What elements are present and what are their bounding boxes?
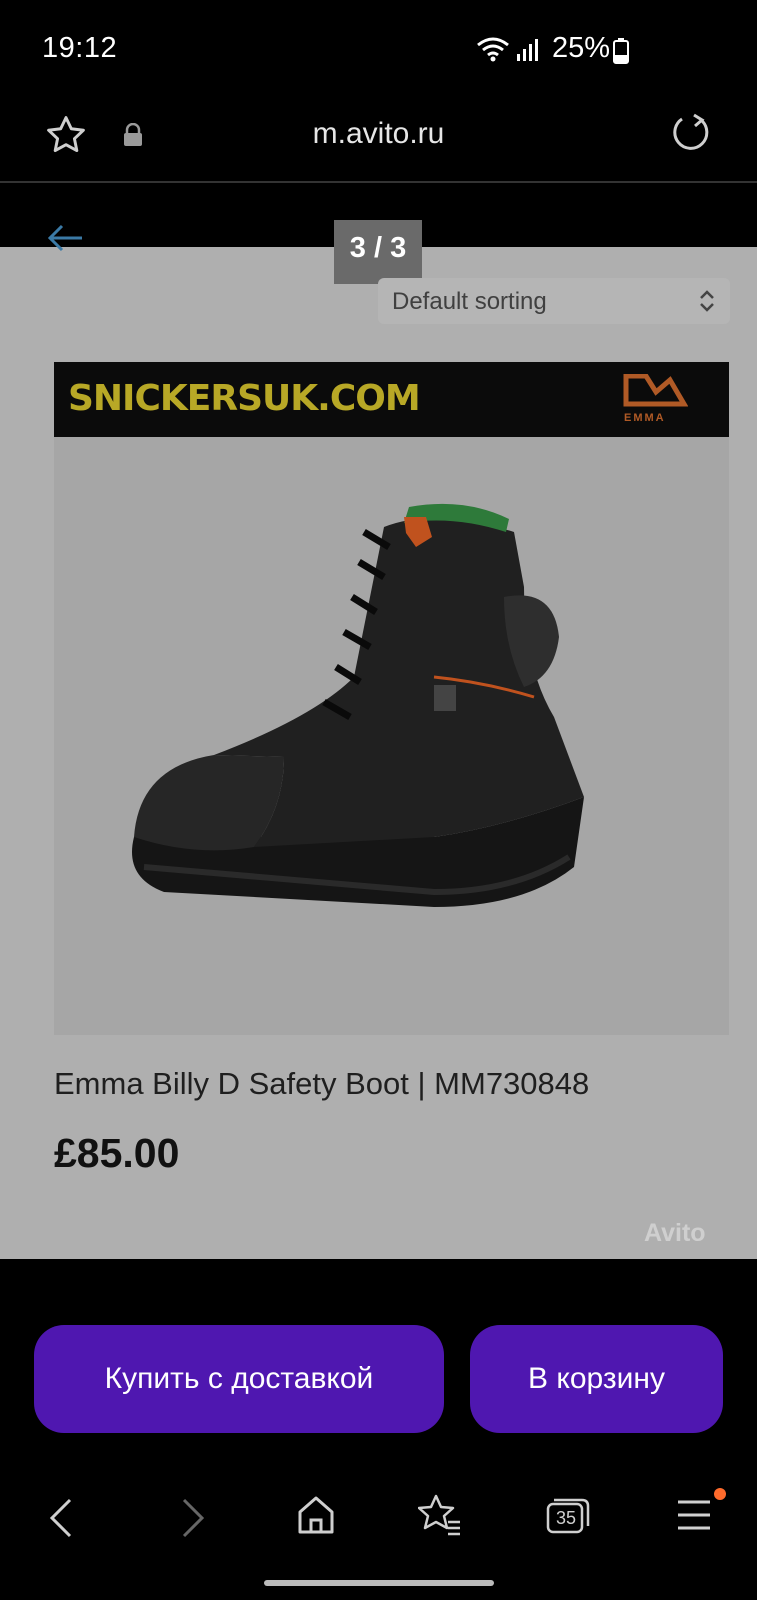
battery-percent: 25% (552, 32, 611, 64)
tabs-count: 35 (555, 1508, 577, 1528)
forward-icon[interactable] (178, 1496, 208, 1540)
gallery-counter: 3 / 3 (334, 220, 422, 284)
brand-banner: SNICKERSUK.COM EMMA (54, 362, 729, 437)
gesture-bar (264, 1580, 494, 1586)
wifi-icon (477, 37, 509, 62)
menu-button[interactable] (676, 1488, 726, 1537)
browser-nav-bar: 35 (0, 1460, 757, 1570)
home-icon[interactable] (296, 1494, 336, 1536)
browser-url-bar: m.avito.ru (0, 95, 757, 183)
emma-logo-icon (623, 374, 688, 407)
product-title: Emma Billy D Safety Boot | MM730848 (54, 1066, 590, 1101)
url-text[interactable]: m.avito.ru (0, 117, 757, 151)
battery-icon (613, 38, 629, 64)
add-to-cart-button[interactable]: В корзину (470, 1325, 723, 1433)
tabs-button[interactable]: 35 (546, 1496, 590, 1534)
menu-icon (678, 1500, 710, 1530)
sort-label: Default sorting (392, 288, 547, 315)
chevron-up-down-icon (700, 290, 714, 312)
avito-watermark: Avito (644, 1219, 706, 1247)
emma-logo-text: EMMA (624, 412, 666, 424)
brand-logo-text: SNICKERSUK.COM (68, 378, 421, 419)
status-time: 19:12 (42, 32, 118, 64)
boot-image (132, 503, 584, 907)
back-arrow-icon[interactable] (46, 222, 86, 254)
buy-with-delivery-button[interactable]: Купить с доставкой (34, 1325, 444, 1433)
status-bar: 19:12 25% (0, 0, 757, 100)
product-price: £85.00 (54, 1130, 180, 1176)
signal-icon (517, 39, 538, 61)
bookmarks-icon[interactable] (418, 1492, 462, 1536)
back-icon[interactable] (46, 1496, 76, 1540)
product-image[interactable] (54, 437, 729, 1035)
sort-select[interactable]: Default sorting (378, 278, 730, 324)
reload-icon[interactable] (668, 111, 712, 155)
notification-dot (714, 1488, 726, 1500)
